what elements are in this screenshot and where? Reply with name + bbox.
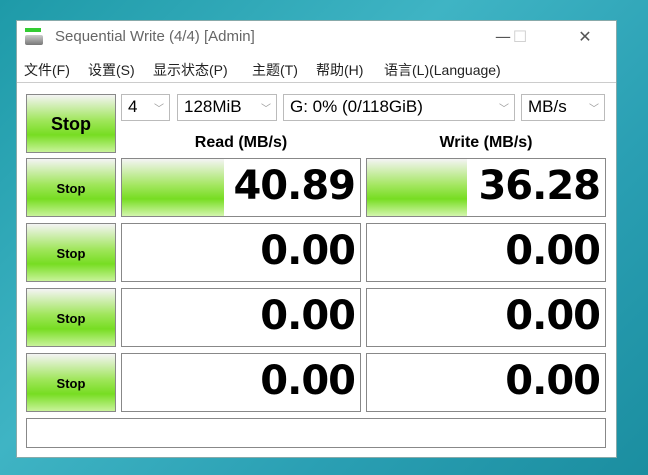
write-progress-bar <box>367 159 467 216</box>
write-header: Write (MB/s) <box>439 134 533 151</box>
drive-select[interactable]: G: 0% (0/118GiB) ﹀ <box>283 94 515 121</box>
stop-button[interactable]: Stop <box>26 223 116 282</box>
write-value: 0.00 <box>505 228 601 274</box>
disk-app-icon <box>25 28 43 46</box>
read-result-cell: 0.00 <box>121 353 361 412</box>
read-value: 0.00 <box>260 228 356 274</box>
unit-select[interactable]: MB/s ﹀ <box>521 94 605 121</box>
read-value: 0.00 <box>260 358 356 404</box>
write-result-cell: 0.00 <box>366 288 606 347</box>
menu-profile[interactable]: 显示状态(P) <box>153 60 228 80</box>
menu-settings[interactable]: 设置(S) <box>88 60 135 80</box>
count-select[interactable]: 4 ﹀ <box>121 94 170 121</box>
chevron-down-icon: ﹀ <box>589 104 599 115</box>
write-value: 0.00 <box>505 358 601 404</box>
menu-language[interactable]: 语言(L)(Language) <box>384 60 501 80</box>
size-value: 128MiB <box>184 97 242 116</box>
write-result-cell: 36.28 <box>366 158 606 217</box>
count-value: 4 <box>128 97 138 116</box>
write-value: 0.00 <box>505 293 601 339</box>
menu-bar: 文件(F) 设置(S) 显示状态(P) 主题(T) 帮助(H) 语言(L)(La… <box>17 53 616 83</box>
size-select[interactable]: 128MiB ﹀ <box>177 94 277 121</box>
chevron-down-icon: ﹀ <box>154 104 164 115</box>
read-header: Read (MB/s) <box>194 134 288 151</box>
read-result-cell: 0.00 <box>121 288 361 347</box>
menu-theme[interactable]: 主题(T) <box>252 60 298 80</box>
title-bar: Sequential Write (4/4) [Admin] — ☐ ✕ <box>17 21 616 53</box>
read-progress-bar <box>122 159 225 216</box>
chevron-down-icon: ﹀ <box>261 104 271 115</box>
stop-button[interactable]: Stop <box>26 158 116 217</box>
write-value: 36.28 <box>478 163 601 209</box>
menu-help[interactable]: 帮助(H) <box>316 60 363 80</box>
chevron-down-icon: ﹀ <box>499 104 509 115</box>
stop-button[interactable]: Stop <box>26 288 116 347</box>
unit-value: MB/s <box>528 97 567 116</box>
stop-button[interactable]: Stop <box>26 353 116 412</box>
drive-value: G: 0% (0/118GiB) <box>290 97 423 116</box>
window-title: Sequential Write (4/4) [Admin] <box>55 28 255 45</box>
read-result-cell: 40.89 <box>121 158 361 217</box>
read-value: 0.00 <box>260 293 356 339</box>
write-result-cell: 0.00 <box>366 353 606 412</box>
maximize-button[interactable]: ☐ <box>500 25 540 49</box>
write-result-cell: 0.00 <box>366 223 606 282</box>
all-stop-button[interactable]: Stop <box>26 94 116 153</box>
read-value: 40.89 <box>233 163 356 209</box>
menu-file[interactable]: 文件(F) <box>24 60 70 80</box>
close-button[interactable]: ✕ <box>565 25 605 49</box>
read-result-cell: 0.00 <box>121 223 361 282</box>
status-bar <box>26 418 606 448</box>
